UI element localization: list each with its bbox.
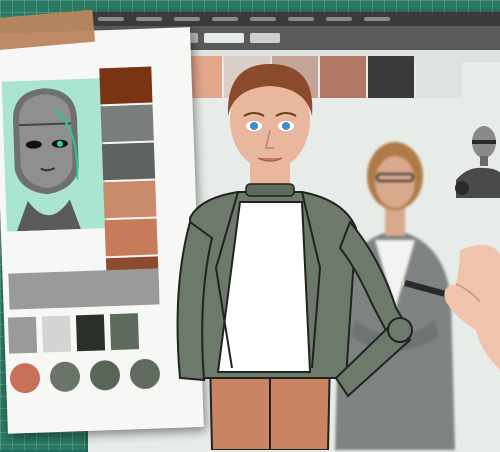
menu-item-placeholder [288, 17, 314, 21]
card-square-swatch [7, 316, 38, 354]
menu-item-placeholder [326, 17, 352, 21]
card-square-swatch [75, 314, 106, 352]
card-square-swatch [109, 313, 140, 351]
card-swatch [104, 218, 158, 257]
card-square-swatches [7, 313, 140, 354]
card-square-swatch [41, 315, 72, 353]
menu-item-placeholder [212, 17, 238, 21]
card-circle-swatch [49, 361, 81, 393]
figure-left-eye [250, 122, 258, 130]
card-swatch [99, 66, 153, 105]
hand-with-pencil [400, 244, 500, 370]
masking-tape [0, 9, 96, 52]
character-figure [176, 64, 413, 450]
app-menu-bar [88, 12, 500, 26]
menu-item-placeholder [136, 17, 162, 21]
card-swatch-column [99, 66, 160, 295]
toolbar-tab [204, 33, 244, 43]
figure-choker [245, 183, 295, 197]
card-circle-swatch [89, 359, 121, 391]
card-tone-bar [8, 268, 160, 310]
card-circle-swatch [129, 358, 161, 390]
figure-right-eye [282, 122, 290, 130]
menu-item-placeholder [250, 17, 276, 21]
robot-bust-icon [455, 126, 500, 198]
toolbar-tab [250, 33, 280, 43]
robot-face-icon [13, 88, 81, 232]
hand-skin [444, 244, 500, 370]
card-circle-swatch [9, 362, 41, 394]
card-circle-swatches [9, 358, 161, 394]
menu-item-placeholder [364, 17, 390, 21]
pencil-tip [400, 280, 404, 286]
robot-face-image [1, 78, 107, 232]
card-swatch [103, 180, 157, 219]
menu-item-placeholder [98, 17, 124, 21]
menu-item-placeholder [174, 17, 200, 21]
card-swatch [101, 142, 156, 181]
card-swatch [100, 104, 154, 143]
